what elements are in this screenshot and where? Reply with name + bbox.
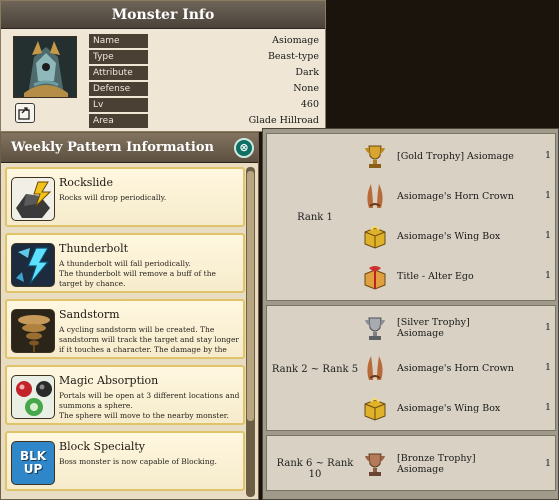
info-row-level: Lv 460 [89,98,319,112]
reward-name: Asiomage's Horn Crown [397,190,514,202]
pattern-item-magic-absorption[interactable]: Magic Absorption Portals will be open at… [5,365,245,425]
pattern-name: Sandstorm [59,308,120,321]
pattern-name: Thunderbolt [59,242,129,255]
info-row-area: Area Glade Hillroad [89,114,319,128]
pattern-description: A thunderbolt will fall periodically. Th… [59,259,216,288]
reward-name: Asiomage's Wing Box [397,402,501,414]
silver-trophy-icon [361,314,389,342]
weekly-pattern-title: Weekly Pattern Information [1,133,258,163]
reward-quantity: 1 [544,270,551,281]
info-label: Type [89,50,148,64]
wing-box-icon [361,222,389,250]
info-label: Defense type [89,82,148,108]
pattern-item-thunderbolt[interactable]: Thunderbolt A thunderbolt will fall peri… [5,233,245,293]
reward-item[interactable]: Asiomage's Horn Crown 1 [359,178,553,214]
reward-quantity: 1 [544,322,551,333]
pattern-description: Portals will be open at 3 different loca… [59,391,240,420]
rank-group-1: Rank 1 [Gold Trophy] Asiomage 1 Asiomage… [266,133,556,301]
rank-group-6-10: Rank 6 ~ Rank 10 [Bronze Trophy] Asiomag… [266,435,556,491]
info-label: Lv [89,98,148,112]
info-row-attribute: Attribute Dark [89,66,319,80]
reward-item[interactable]: Asiomage's Wing Box 1 [359,390,553,426]
rank-label: Rank 1 [297,212,333,223]
pattern-description: A cycling sandstorm will be created. The… [59,325,239,354]
pattern-item-block-specialty[interactable]: BLK UP Block Specialty Boss monster is n… [5,431,245,491]
pattern-description: Boss monster is now capable of Blocking. [59,457,217,466]
reward-quantity: 1 [544,190,551,201]
reward-name: [Gold Trophy] Asiomage [397,150,514,162]
info-label: Area [89,114,148,128]
reward-item[interactable]: [Gold Trophy] Asiomage 1 [359,138,553,174]
reward-name: [Bronze Trophy] Asiomage [397,453,476,475]
reward-item[interactable]: Title - Alter Ego 1 [359,258,553,294]
info-value: Beast-type [267,51,319,62]
reward-name: [Silver Trophy] Asiomage [397,317,470,339]
horn-crown-icon [361,354,389,382]
weekly-pattern-panel: Weekly Pattern Information ⊗ Rockslide R… [0,132,259,500]
sandstorm-icon [11,309,55,353]
rockslide-icon [11,177,55,221]
pattern-item-rockslide[interactable]: Rockslide Rocks will drop periodically. [5,167,245,227]
scroll-thumb[interactable] [247,171,254,421]
reward-item[interactable]: Asiomage's Horn Crown 1 [359,350,553,386]
pattern-name: Block Specialty [59,440,146,453]
info-value: None [293,83,319,94]
rank-label: Rank 6 ~ Rank 10 [276,458,354,480]
info-label: Attribute [89,66,148,80]
close-icon[interactable]: ⊗ [234,138,254,158]
pattern-item-sandstorm[interactable]: Sandstorm A cycling sandstorm will be cr… [5,299,245,359]
magic-absorption-icon [11,375,55,419]
share-icon[interactable] [15,103,35,123]
info-value: 460 [300,99,319,110]
info-row-defense-type: Defense type None [89,82,319,108]
info-value: Dark [295,67,319,78]
rewards-panel: Rank 1 [Gold Trophy] Asiomage 1 Asiomage… [262,128,559,500]
reward-name: Asiomage's Wing Box [397,230,501,242]
reward-name: Title - Alter Ego [397,270,474,282]
wing-box-icon [361,394,389,422]
reward-item[interactable]: Asiomage's Wing Box 1 [359,218,553,254]
thunderbolt-icon [11,243,55,287]
reward-quantity: 1 [544,402,551,413]
monster-portrait [13,36,77,98]
info-value: Asiomage [272,35,319,46]
reward-name: Asiomage's Horn Crown [397,362,514,374]
reward-quantity: 1 [544,230,551,241]
pattern-name: Rockslide [59,176,113,189]
rank-label: Rank 2 ~ Rank 5 [271,364,359,375]
reward-item[interactable]: [Silver Trophy] Asiomage 1 [359,310,553,346]
monster-info-panel: Monster Info Name Asiomage Type Beast-ty… [0,0,326,132]
reward-quantity: 1 [544,458,551,469]
rank-group-2-5: Rank 2 ~ Rank 5 [Silver Trophy] Asiomage… [266,305,556,431]
title-box-icon [361,262,389,290]
bronze-trophy-icon [361,450,389,478]
reward-quantity: 1 [544,150,551,161]
horn-crown-icon [361,182,389,210]
pattern-description: Rocks will drop periodically. [59,193,167,202]
info-value: Glade Hillroad [248,115,319,126]
pattern-name: Magic Absorption [59,374,159,387]
block-up-icon-text: BLK UP [19,449,47,476]
scrollbar[interactable] [246,167,255,497]
reward-item[interactable]: [Bronze Trophy] Asiomage 1 [359,446,553,482]
info-label: Name [89,34,148,48]
info-row-name: Name Asiomage [89,34,319,48]
gold-trophy-icon [361,142,389,170]
block-specialty-icon: BLK UP [11,441,55,485]
info-row-type: Type Beast-type [89,50,319,64]
monster-info-title: Monster Info [1,1,325,29]
reward-quantity: 1 [544,362,551,373]
